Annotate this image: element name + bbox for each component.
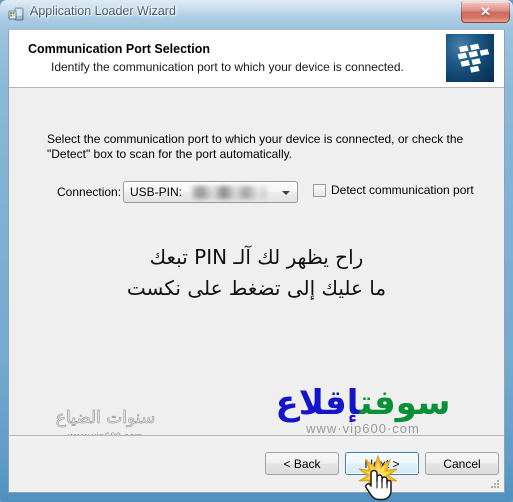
wizard-header: Communication Port Selection Identify th… bbox=[9, 30, 504, 88]
connection-label: Connection: bbox=[57, 185, 122, 199]
back-button[interactable]: < Back bbox=[265, 452, 339, 475]
instruction-text: Select the communication port to which y… bbox=[47, 132, 467, 162]
window-title: Application Loader Wizard bbox=[30, 4, 176, 18]
resize-grip-icon[interactable] bbox=[489, 477, 501, 489]
arabic-annotation-line-2: ما عليك إلى تضغط على نكست bbox=[126, 276, 387, 300]
page-subtitle: Identify the communication port to which… bbox=[51, 60, 404, 74]
blackberry-logo-icon bbox=[446, 34, 494, 82]
connection-port-dropdown[interactable]: USB-PIN: bbox=[123, 181, 298, 203]
title-bar[interactable]: Application Loader Wizard ✕ bbox=[0, 0, 513, 28]
close-button[interactable]: ✕ bbox=[461, 1, 510, 23]
watermark-word-blue: إقلاع bbox=[275, 383, 360, 423]
watermark-word-green: سوفت bbox=[359, 383, 451, 423]
watermark-left-text: سنوات الضياع bbox=[55, 408, 156, 429]
watermark-brand: سوفتإقلاع bbox=[238, 383, 488, 423]
redacted-pin-value bbox=[192, 186, 267, 199]
chevron-down-icon bbox=[282, 191, 290, 195]
connection-row: Connection: USB-PIN: Detect communicatio… bbox=[47, 181, 477, 203]
dialog-button-bar: < Back Next > Cancel bbox=[9, 435, 504, 492]
instruction-line-2: "Detect" box to scan for the port automa… bbox=[47, 147, 293, 161]
next-button[interactable]: Next > bbox=[345, 452, 419, 475]
detect-checkbox-label: Detect communication port bbox=[331, 183, 474, 197]
device-phone-icon bbox=[8, 6, 25, 23]
checkbox-box-icon[interactable] bbox=[313, 183, 326, 197]
watermark-url: www·vip600·com bbox=[306, 421, 420, 436]
page-title: Communication Port Selection bbox=[28, 42, 210, 56]
dialog-client-area: Communication Port Selection Identify th… bbox=[8, 29, 505, 493]
wizard-body: Select the communication port to which y… bbox=[9, 88, 504, 441]
detect-communication-port-checkbox[interactable]: Detect communication port bbox=[313, 183, 474, 197]
cancel-button[interactable]: Cancel bbox=[425, 452, 499, 475]
application-window: Application Loader Wizard ✕ Communicatio… bbox=[0, 0, 513, 502]
watermark-iqlaasoft: سوفتإقلاع www·vip600·com bbox=[238, 383, 488, 436]
connection-port-value: USB-PIN: bbox=[130, 185, 183, 199]
instruction-line-1: Select the communication port to which y… bbox=[47, 132, 464, 146]
arabic-annotation-line-1: راح يظهر لك آلـ PIN تبعك bbox=[149, 245, 364, 269]
close-icon: ✕ bbox=[480, 4, 491, 19]
